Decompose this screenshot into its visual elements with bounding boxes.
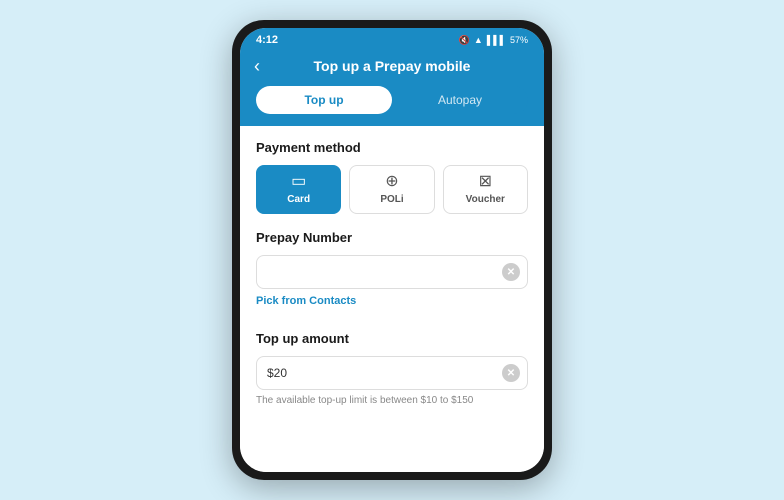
card-icon: ▭: [291, 174, 306, 190]
payment-methods: ▭ Card ⊕ POLi ⊠ Voucher: [256, 165, 528, 214]
prepay-input-wrapper: ✕: [256, 255, 528, 289]
prepay-number-label: Prepay Number: [256, 230, 528, 245]
poli-icon: ⊕: [385, 174, 398, 190]
battery-text: 57%: [510, 35, 528, 45]
mute-icon: 🔇: [459, 35, 470, 46]
topup-input-wrapper: ✕: [256, 356, 528, 390]
prepay-number-section: Prepay Number ✕ Pick from Contacts: [256, 230, 528, 321]
wifi-icon: ▲: [474, 35, 483, 45]
content-area: Payment method ▭ Card ⊕ POLi ⊠ Voucher P…: [240, 126, 544, 472]
signal-icon: ▌▌▌: [487, 35, 506, 45]
header: ‹ Top up a Prepay mobile: [240, 50, 544, 86]
topup-amount-section: Top up amount ✕ The available top-up lim…: [256, 331, 528, 406]
tab-topup[interactable]: Top up: [256, 86, 392, 114]
topup-amount-label: Top up amount: [256, 331, 528, 346]
poli-label: POLi: [380, 194, 403, 205]
tab-autopay[interactable]: Autopay: [392, 86, 528, 114]
pick-contacts-link[interactable]: Pick from Contacts: [256, 295, 356, 307]
prepay-clear-button[interactable]: ✕: [502, 263, 520, 281]
back-button[interactable]: ‹: [254, 57, 260, 75]
payment-method-label: Payment method: [256, 140, 528, 155]
voucher-label: Voucher: [466, 194, 505, 205]
status-icons: 🔇 ▲ ▌▌▌ 57%: [459, 35, 528, 46]
card-label: Card: [287, 194, 310, 205]
tab-pill: Top up Autopay: [256, 86, 528, 114]
topup-hint: The available top-up limit is between $1…: [256, 395, 528, 406]
tab-bar: Top up Autopay: [240, 86, 544, 126]
payment-poli-button[interactable]: ⊕ POLi: [349, 165, 434, 214]
status-time: 4:12: [256, 34, 278, 46]
topup-clear-button[interactable]: ✕: [502, 364, 520, 382]
page-title: Top up a Prepay mobile: [314, 58, 471, 74]
payment-voucher-button[interactable]: ⊠ Voucher: [443, 165, 528, 214]
phone-screen: 4:12 🔇 ▲ ▌▌▌ 57% ‹ Top up a Prepay mobil…: [240, 28, 544, 472]
topup-amount-input[interactable]: [256, 356, 528, 390]
phone-frame: 4:12 🔇 ▲ ▌▌▌ 57% ‹ Top up a Prepay mobil…: [232, 20, 552, 480]
payment-card-button[interactable]: ▭ Card: [256, 165, 341, 214]
status-bar: 4:12 🔇 ▲ ▌▌▌ 57%: [240, 28, 544, 50]
prepay-number-input[interactable]: [256, 255, 528, 289]
voucher-icon: ⊠: [479, 174, 492, 190]
